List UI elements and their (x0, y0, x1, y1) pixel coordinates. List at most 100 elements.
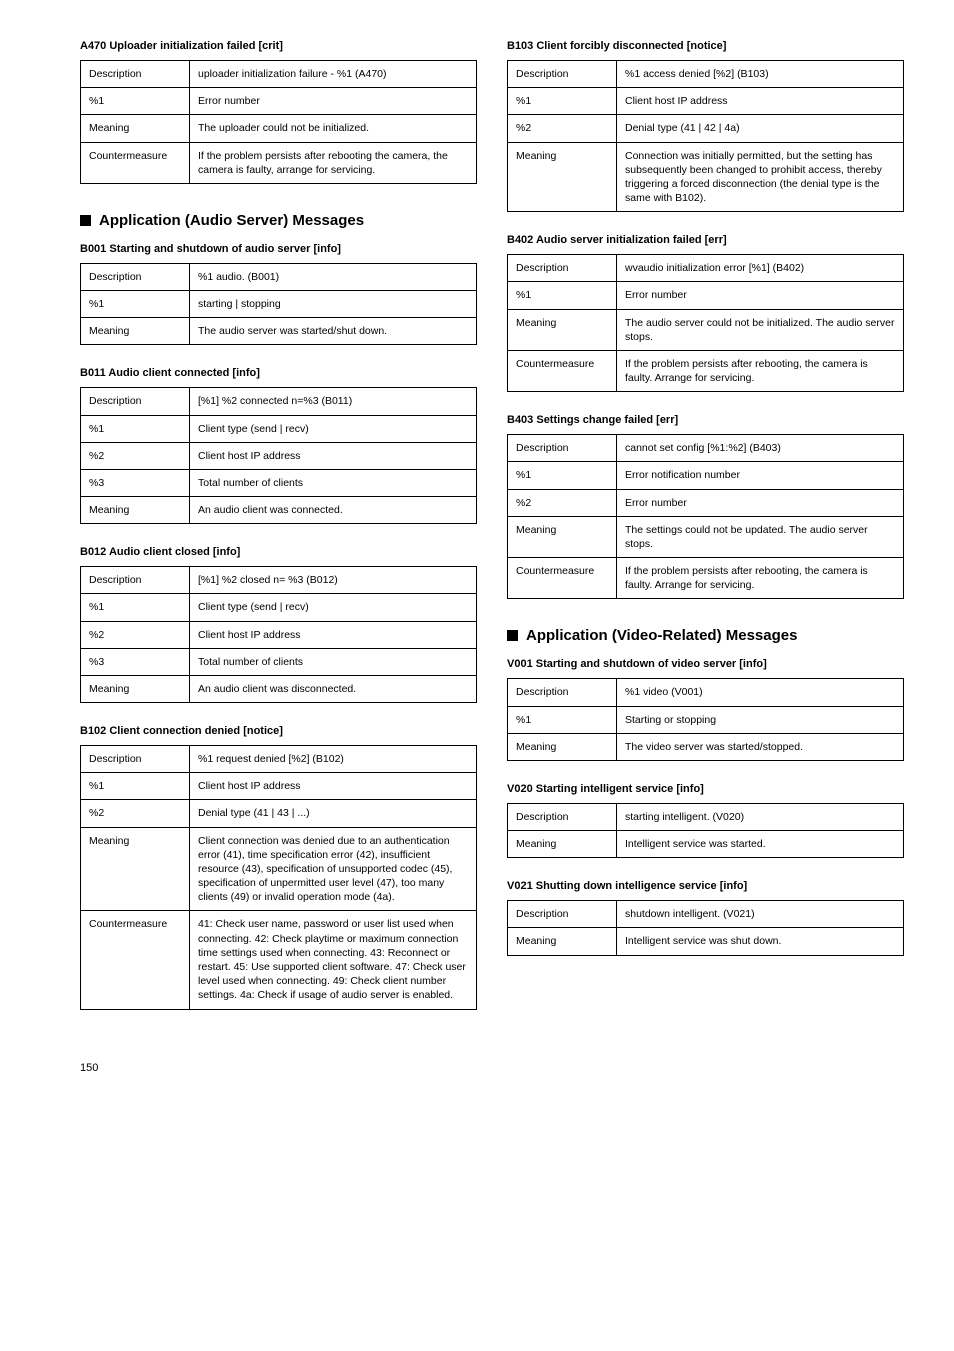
cell-val: Intelligent service was shut down. (617, 928, 904, 955)
cell-key: Meaning (81, 675, 190, 702)
table-row: %2Denial type (41 | 42 | 4a) (508, 115, 904, 142)
cell-val: [%1] %2 closed n= %3 (B012) (190, 567, 477, 594)
cell-val: An audio client was disconnected. (190, 675, 477, 702)
table-row: %1Client type (send | recv) (81, 594, 477, 621)
cell-key: %2 (81, 442, 190, 469)
cell-val: Error number (617, 489, 904, 516)
b403-table: Descriptioncannot set config [%1:%2] (B4… (507, 434, 904, 599)
cell-val: uploader initialization failure - %1 (A4… (190, 61, 477, 88)
b001-title: B001 Starting and shutdown of audio serv… (80, 243, 477, 255)
right-column: B103 Client forcibly disconnected [notic… (507, 40, 904, 1032)
cell-val: The uploader could not be initialized. (190, 115, 477, 142)
b001-table: Description%1 audio. (B001) %1starting |… (80, 263, 477, 346)
v020-title: V020 Starting intelligent service [info] (507, 783, 904, 795)
square-bullet-icon (507, 630, 518, 641)
cell-key: %1 (508, 282, 617, 309)
cell-key: Description (81, 61, 190, 88)
cell-key: Meaning (81, 827, 190, 911)
table-row: Description%1 video (V001) (508, 679, 904, 706)
cell-val: wvaudio initialization error [%1] (B402) (617, 255, 904, 282)
cell-key: Description (508, 679, 617, 706)
cell-key: %1 (81, 291, 190, 318)
v021-title: V021 Shutting down intelligence service … (507, 880, 904, 892)
table-row: %1starting | stopping (81, 291, 477, 318)
cell-val: %1 access denied [%2] (B103) (617, 61, 904, 88)
cell-val: Client connection was denied due to an a… (190, 827, 477, 911)
table-row: Description[%1] %2 closed n= %3 (B012) (81, 567, 477, 594)
cell-val: Denial type (41 | 43 | ...) (190, 800, 477, 827)
table-row: MeaningConnection was initially permitte… (508, 142, 904, 212)
table-row: MeaningThe settings could not be updated… (508, 516, 904, 557)
cell-key: %1 (81, 594, 190, 621)
cell-key: Meaning (81, 318, 190, 345)
b012-table: Description[%1] %2 closed n= %3 (B012) %… (80, 566, 477, 703)
table-row: MeaningAn audio client was connected. (81, 497, 477, 524)
cell-key: %1 (508, 706, 617, 733)
cell-key: Meaning (508, 928, 617, 955)
cell-key: Description (508, 255, 617, 282)
cell-val: Client type (send | recv) (190, 415, 477, 442)
table-row: Description%1 audio. (B001) (81, 263, 477, 290)
cell-key: Description (81, 746, 190, 773)
table-row: MeaningThe video server was started/stop… (508, 733, 904, 760)
cell-key: %3 (81, 469, 190, 496)
cell-val: Error number (190, 88, 477, 115)
square-bullet-icon (80, 215, 91, 226)
table-row: Description%1 access denied [%2] (B103) (508, 61, 904, 88)
table-row: %3Total number of clients (81, 648, 477, 675)
table-row: %2Denial type (41 | 43 | ...) (81, 800, 477, 827)
cell-key: %3 (81, 648, 190, 675)
audio-heading-row: Application (Audio Server) Messages (80, 212, 477, 229)
table-row: CountermeasureIf the problem persists af… (508, 558, 904, 599)
cell-val: The settings could not be updated. The a… (617, 516, 904, 557)
audio-heading: Application (Audio Server) Messages (99, 212, 364, 229)
cell-val: %1 audio. (B001) (190, 263, 477, 290)
table-row: %1Client host IP address (81, 773, 477, 800)
video-heading: Application (Video-Related) Messages (526, 627, 797, 644)
b102-title: B102 Client connection denied [notice] (80, 725, 477, 737)
cell-key: %2 (81, 800, 190, 827)
cell-key: Meaning (508, 516, 617, 557)
cell-key: Description (508, 803, 617, 830)
b102-table: Description%1 request denied [%2] (B102)… (80, 745, 477, 1009)
table-row: %2Client host IP address (81, 621, 477, 648)
cell-key: %1 (508, 462, 617, 489)
table-row: Descriptioncannot set config [%1:%2] (B4… (508, 435, 904, 462)
table-row: %2Error number (508, 489, 904, 516)
table-row: MeaningClient connection was denied due … (81, 827, 477, 911)
cell-val: Error number (617, 282, 904, 309)
cell-val: Error notification number (617, 462, 904, 489)
b103-table: Description%1 access denied [%2] (B103) … (507, 60, 904, 212)
table-row: Descriptionshutdown intelligent. (V021) (508, 901, 904, 928)
cell-key: %1 (81, 415, 190, 442)
v021-table: Descriptionshutdown intelligent. (V021) … (507, 900, 904, 955)
table-row: Descriptionstarting intelligent. (V020) (508, 803, 904, 830)
cell-key: %2 (508, 489, 617, 516)
v001-title: V001 Starting and shutdown of video serv… (507, 658, 904, 670)
table-row: MeaningThe audio server was started/shut… (81, 318, 477, 345)
cell-key: Description (81, 567, 190, 594)
cell-key: Countermeasure (81, 142, 190, 183)
cell-key: Description (81, 388, 190, 415)
cell-val: shutdown intelligent. (V021) (617, 901, 904, 928)
cell-val: Client type (send | recv) (190, 594, 477, 621)
cell-val: 41: Check user name, password or user li… (190, 911, 477, 1009)
cell-val: Total number of clients (190, 648, 477, 675)
b403-title: B403 Settings change failed [err] (507, 414, 904, 426)
cell-key: Meaning (508, 733, 617, 760)
a470-table: Descriptionuploader initialization failu… (80, 60, 477, 184)
b011-title: B011 Audio client connected [info] (80, 367, 477, 379)
cell-val: Intelligent service was started. (617, 831, 904, 858)
cell-key: Meaning (81, 497, 190, 524)
table-row: Descriptionuploader initialization failu… (81, 61, 477, 88)
cell-key: %2 (81, 621, 190, 648)
cell-key: Meaning (508, 309, 617, 350)
table-row: Countermeasure41: Check user name, passw… (81, 911, 477, 1009)
cell-val: Starting or stopping (617, 706, 904, 733)
cell-val: The audio server was started/shut down. (190, 318, 477, 345)
cell-val: If the problem persists after rebooting … (190, 142, 477, 183)
b402-table: Descriptionwvaudio initialization error … (507, 254, 904, 392)
b402-title: B402 Audio server initialization failed … (507, 234, 904, 246)
cell-val: [%1] %2 connected n=%3 (B011) (190, 388, 477, 415)
table-row: MeaningAn audio client was disconnected. (81, 675, 477, 702)
